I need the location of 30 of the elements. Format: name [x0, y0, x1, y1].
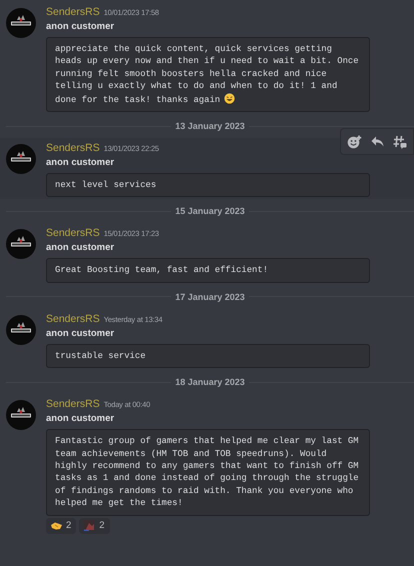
author-name[interactable]: SendersRS [46, 225, 100, 242]
message-subtitle: anon customer [46, 156, 116, 170]
message-subtitle: anon customer [46, 241, 116, 254]
code-block: next level services [46, 173, 370, 198]
date-divider: 17 January 2023 [174, 292, 246, 302]
reaction-chip[interactable]: 2 [79, 518, 110, 534]
avatar-icon[interactable] [6, 144, 36, 174]
author-name[interactable]: SendersRS [46, 396, 100, 412]
reply-icon[interactable] [371, 136, 384, 148]
message-subtitle: anon customer [46, 412, 116, 426]
code-block: appreciate the quick content, quick services getting heads up every now and then if u need to wait a bit. Once running felt smooth boosters hella cracked and nice telling u exactly what to do and when to do it! 1 and done for the task! thanks again [46, 37, 370, 112]
avatar-icon[interactable] [6, 400, 36, 430]
code-block: Great Boosting team, fast and efficient! [46, 258, 370, 283]
date-divider: 18 January 2023 [174, 377, 246, 388]
message-subtitle: anon customer [46, 326, 116, 340]
add-reaction-icon[interactable] [347, 134, 362, 149]
author-name[interactable]: SendersRS [46, 310, 100, 327]
avatar-icon[interactable] [6, 229, 36, 260]
author-name[interactable]: SendersRS [46, 4, 100, 20]
message-subtitle: anon customer [46, 20, 116, 33]
reaction-chip[interactable]: 2 [46, 518, 76, 534]
thread-icon[interactable] [393, 134, 407, 149]
date-divider: 13 January 2023 [174, 121, 246, 132]
avatar-icon[interactable] [6, 314, 36, 345]
avatar-icon[interactable] [6, 8, 36, 38]
code-block: trustable service [46, 344, 370, 368]
author-name[interactable]: SendersRS [46, 140, 100, 156]
date-divider: 15 January 2023 [174, 206, 246, 216]
custom-emoji-icon [84, 520, 96, 532]
code-block: Fantastic group of gamers that helped me clear my last GM team achievements (HM TOB and TOB speedruns). Would highly recommend to any gamers that want to finish off GM tasks as 1 and done instead of going through the struggle of findings randoms to raid with. Thank you everyone who helped me get the times! [46, 429, 370, 516]
